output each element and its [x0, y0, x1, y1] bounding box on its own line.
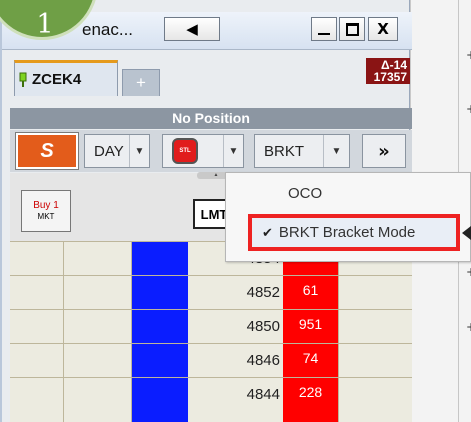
menu-item-oco[interactable]: OCO [288, 185, 322, 202]
minimize-icon[interactable] [311, 17, 337, 41]
plus-marker: + [466, 265, 471, 279]
left-triangle-icon[interactable]: ◀ [164, 17, 220, 41]
bid-cell[interactable] [132, 310, 188, 343]
chevron-down-icon: ▼ [223, 135, 243, 167]
bid-cell[interactable] [132, 344, 188, 377]
tif-select[interactable]: DAY ▼ [84, 134, 150, 168]
ask-cell[interactable]: 951 [283, 310, 338, 343]
buy-quantity-label: Buy 1 [33, 200, 59, 211]
bid-cell[interactable] [132, 276, 188, 309]
bracket-mode-value: BRKT [264, 142, 305, 160]
tab-label: ZCEK4 [32, 71, 82, 88]
tif-value: DAY [94, 142, 124, 160]
menu-item-label: BRKT Bracket Mode [278, 224, 416, 241]
price-cell: 4844 [188, 378, 283, 422]
price-cell: 4846 [188, 344, 283, 377]
ladder-row[interactable]: 4846 74 [10, 343, 412, 377]
expand-button[interactable]: » [362, 134, 406, 168]
pin-icon [18, 72, 28, 88]
sell-side-button[interactable]: S [16, 133, 78, 169]
plus-marker: + [466, 48, 471, 62]
chevron-down-icon: ▼ [323, 135, 349, 167]
bracket-mode-select[interactable]: BRKT ▼ [254, 134, 350, 168]
ask-cell[interactable]: 61 [283, 276, 338, 309]
ask-cell[interactable]: 74 [283, 344, 338, 377]
mouse-pointer-icon [462, 226, 471, 240]
checkmark-icon: ✔ [262, 224, 273, 240]
position-status: No Position [10, 108, 412, 129]
buy-market-button[interactable]: Buy 1 MKT [21, 190, 71, 232]
chevron-down-icon: ▼ [129, 135, 149, 167]
maximize-icon[interactable] [339, 17, 365, 41]
ladder-row[interactable]: 4852 61 [10, 275, 412, 309]
buy-type-label: MKT [37, 212, 55, 221]
price-cell: 4850 [188, 310, 283, 343]
close-button[interactable]: X [368, 17, 398, 41]
price-ladder: 4854 4852 61 4850 951 4846 74 [10, 241, 412, 422]
plus-marker: + [466, 320, 471, 334]
bid-cell[interactable] [132, 378, 188, 422]
step-badge: 1 [0, 0, 98, 40]
menu-item-brkt-bracket-mode[interactable]: ✔ BRKT Bracket Mode [248, 214, 460, 251]
ask-cell[interactable]: 228 [283, 378, 338, 422]
plus-marker: + [466, 102, 471, 116]
delta-badge: Δ-14 17357 [366, 58, 410, 84]
ladder-row[interactable]: 4844 228 [10, 377, 412, 422]
tab-zcek4[interactable]: ZCEK4 [14, 60, 118, 96]
price-cell: 4852 [188, 276, 283, 309]
step-number: 1 [36, 9, 54, 40]
stop-limit-icon: STL [172, 138, 198, 164]
delta-total: 17357 [373, 70, 407, 84]
bid-cell[interactable] [132, 242, 188, 275]
ladder-row[interactable]: 4850 951 [10, 309, 412, 343]
add-tab-button[interactable]: + [122, 69, 160, 96]
order-type-select[interactable]: STL ▼ [162, 134, 244, 168]
